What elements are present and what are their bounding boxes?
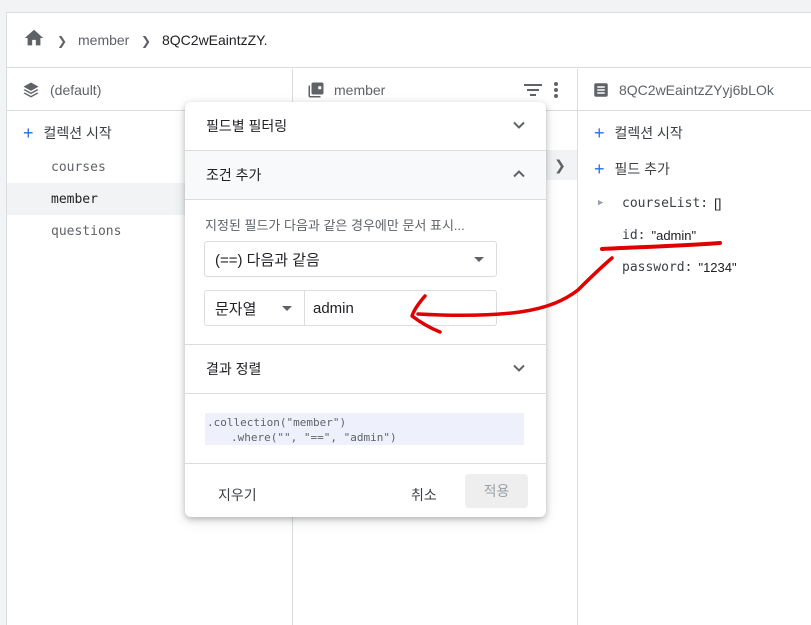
document-column: 8QC2wEaintzZYyj6bLOk + 컬렉션 시작 + 필드 추가 ▶ … [578,69,811,625]
breadcrumb-item-member[interactable]: member [78,32,129,48]
filter-popup: 필드별 필터링 조건 추가 지정된 필드가 다음과 같은 경우에만 문서 표시.… [185,102,546,517]
collection-name: member [334,81,386,98]
field-row[interactable]: password: "1234" [578,251,811,283]
chevron-right-icon: ❯ [57,34,68,48]
filter-icon[interactable] [523,81,543,102]
field-row[interactable]: ▶ courseList: [] [578,187,811,219]
value-type-select[interactable]: 문자열 [204,290,305,326]
chevron-right-icon: ❯ [554,156,566,173]
operator-select[interactable]: (==) 다음과 같음 [204,241,497,277]
expand-panel-button[interactable]: ❯ [543,150,577,180]
sort-results-section[interactable]: 결과 정렬 [185,345,546,394]
home-icon[interactable] [23,27,45,54]
more-vert-icon[interactable] [553,81,559,102]
operator-value: (==) 다음과 같음 [215,251,320,269]
plus-icon: + [594,123,605,143]
dropdown-caret-icon [282,306,292,311]
clear-button[interactable]: 지우기 [218,485,257,505]
filter-value-text: admin [313,299,354,317]
add-field-button[interactable]: + 필드 추가 [578,151,811,187]
collection-icon [307,81,325,99]
filter-value-input[interactable]: admin [305,290,497,326]
plus-icon: + [23,123,34,143]
database-name: (default) [50,81,102,98]
add-condition-label: 조건 추가 [206,167,262,183]
query-line: .where("", "==", "admin") [231,431,397,444]
filter-by-field-label: 필드별 필터링 [206,118,288,134]
apply-button[interactable]: 적용 [465,474,528,508]
document-column-header: 8QC2wEaintzZYyj6bLOk [578,69,811,111]
field-key: id: [622,227,646,243]
condition-hint: 지정된 필드가 다음과 같은 경우에만 문서 표시... [205,218,465,233]
cancel-button[interactable]: 취소 [411,485,437,505]
field-value: "admin" [651,227,697,243]
add-field-label: 필드 추가 [614,161,670,177]
document-id: 8QC2wEaintzZYyj6bLOk [619,81,774,98]
dropdown-caret-icon [474,257,484,262]
query-line: .collection("member") [207,416,347,429]
field-row[interactable]: id: "admin" [578,219,811,251]
breadcrumb-item-document[interactable]: 8QC2wEaintzZY. [162,32,268,48]
query-preview: .collection("member") .where("", "==", "… [205,413,524,445]
field-key: courseList: [622,195,709,211]
field-value: "1234" [698,259,737,275]
add-condition-section[interactable]: 조건 추가 [185,151,546,200]
chevron-right-icon: ❯ [141,34,152,48]
expand-arrow-icon[interactable]: ▶ [598,198,603,208]
start-collection-label: 컬렉션 시작 [43,125,112,141]
plus-icon: + [594,159,605,179]
doc-start-collection-label: 컬렉션 시작 [614,125,683,141]
breadcrumb: ❯ member ❯ 8QC2wEaintzZY. [7,13,811,68]
document-icon [592,81,610,99]
stack-icon [21,80,41,100]
chevron-down-icon[interactable] [512,361,526,378]
field-value: [] [714,195,722,211]
field-key: password: [622,259,693,275]
value-type-value: 문자열 [215,300,257,318]
doc-start-collection-button[interactable]: + 컬렉션 시작 [578,115,811,151]
chevron-up-icon[interactable] [512,167,526,184]
chevron-down-icon[interactable] [512,118,526,135]
sort-results-label: 결과 정렬 [206,361,262,377]
popup-footer: 지우기 취소 적용 [185,463,546,517]
filter-by-field-section[interactable]: 필드별 필터링 [185,102,546,151]
